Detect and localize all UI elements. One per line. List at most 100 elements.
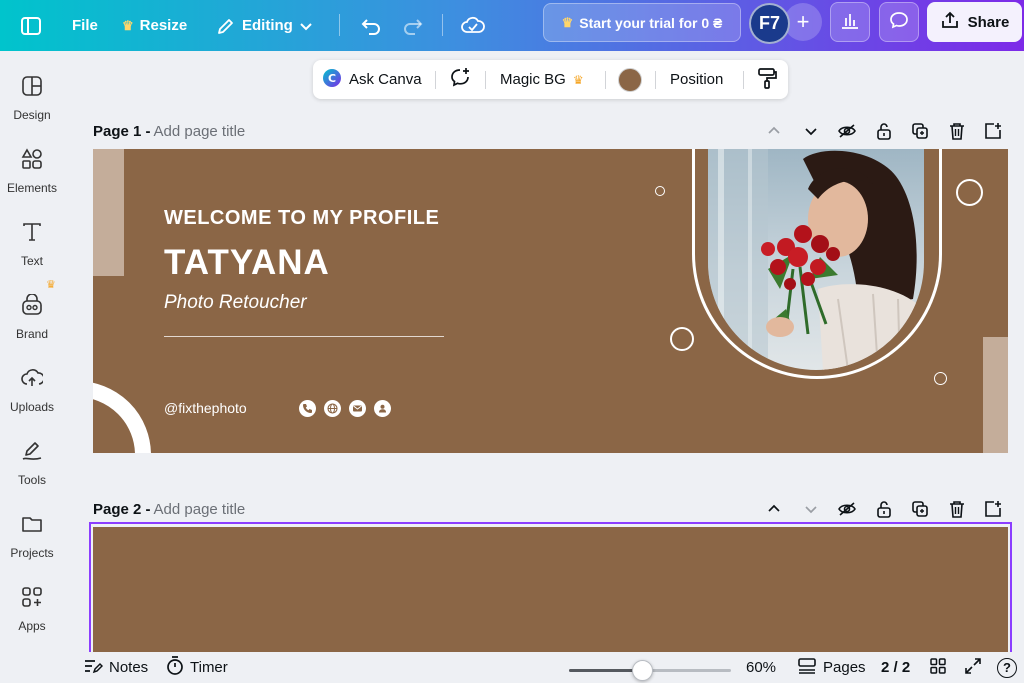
move-up-button[interactable]: [763, 498, 785, 520]
user-icon[interactable]: [374, 400, 391, 417]
zoom-value[interactable]: 60%: [746, 652, 776, 683]
start-trial-button[interactable]: ♛ Start your trial for 0 ₴: [543, 3, 741, 42]
expand-icon: [964, 657, 982, 679]
move-down-button[interactable]: [800, 498, 822, 520]
decorative-arc[interactable]: [93, 381, 151, 453]
decorative-circle[interactable]: [934, 372, 947, 385]
redo-icon: [402, 15, 424, 37]
ask-canva-button[interactable]: C Ask Canva: [322, 60, 422, 99]
pencil-icon: [216, 16, 236, 36]
copy-style-button[interactable]: [757, 60, 777, 99]
grid-icon: [929, 657, 947, 679]
insights-button[interactable]: [830, 2, 870, 42]
design-page-1[interactable]: WELCOME TO MY PROFILE TATYANA Photo Reto…: [93, 149, 1008, 453]
shapes-icon: [21, 148, 43, 175]
sidebar-item-label: Brand: [15, 327, 49, 341]
add-page-button[interactable]: [982, 120, 1004, 142]
help-button[interactable]: ?: [997, 652, 1017, 683]
notes-button[interactable]: Notes: [83, 652, 148, 683]
decorative-rectangle[interactable]: [93, 149, 124, 276]
hide-page-button[interactable]: [836, 498, 858, 520]
background-color-button[interactable]: [618, 60, 642, 99]
timer-button[interactable]: Timer: [166, 652, 228, 683]
position-button[interactable]: Position: [670, 60, 723, 99]
lock-page-button[interactable]: [873, 120, 895, 142]
sidebar-item-tools[interactable]: Tools: [0, 440, 64, 487]
crown-icon: ♛: [122, 17, 134, 33]
profile-photo[interactable]: [708, 149, 924, 370]
toolbar-divider: [442, 14, 443, 36]
redo-button[interactable]: [402, 0, 424, 51]
undo-button[interactable]: [360, 0, 382, 51]
zoom-slider-thumb[interactable]: [632, 660, 653, 681]
sidebar-item-label: Elements: [6, 181, 58, 195]
profile-name[interactable]: TATYANA: [164, 243, 330, 283]
chevron-down-icon: [805, 506, 817, 514]
sidebar-item-brand[interactable]: Brand: [0, 293, 64, 341]
sidebar-item-label: Uploads: [9, 400, 55, 414]
decorative-rectangle[interactable]: [983, 337, 1008, 453]
page-1-header: Page 1 - Add page title: [93, 121, 245, 141]
social-handle[interactable]: @fixthephoto: [164, 400, 247, 416]
upload-icon: [940, 10, 960, 34]
share-button[interactable]: Share: [927, 2, 1022, 42]
trial-label: Start your trial for 0 ₴: [579, 14, 723, 31]
resize-button[interactable]: ♛ Resize: [122, 0, 187, 51]
welcome-heading[interactable]: WELCOME TO MY PROFILE: [164, 207, 439, 230]
phone-icon[interactable]: [299, 400, 316, 417]
fullscreen-button[interactable]: [964, 652, 982, 683]
page-title-input[interactable]: Add page title: [154, 123, 246, 140]
eye-off-icon: [838, 502, 856, 516]
profile-role[interactable]: Photo Retoucher: [164, 292, 307, 314]
sidebar-item-projects[interactable]: Projects: [0, 513, 64, 560]
svg-text:C: C: [328, 72, 336, 85]
page-2-header: Page 2 - Add page title: [93, 499, 245, 519]
avatar[interactable]: F7: [749, 3, 790, 44]
pages-button[interactable]: Pages: [797, 652, 866, 683]
delete-page-button[interactable]: [946, 120, 968, 142]
bottom-bar: Notes Timer 60% Pages 2 / 2 ?: [64, 652, 1024, 683]
sidebar-item-label: Apps: [18, 619, 46, 633]
editing-mode-button[interactable]: Editing: [216, 0, 313, 51]
sidebar-item-uploads[interactable]: Uploads: [0, 367, 64, 414]
sidebar-item-text[interactable]: Text: [0, 221, 64, 268]
zoom-label: 60%: [746, 659, 777, 676]
sidebar-item-elements[interactable]: Elements: [0, 148, 64, 195]
comment-icon: [889, 10, 909, 35]
duplicate-icon: [912, 123, 928, 139]
duplicate-page-button[interactable]: [909, 120, 931, 142]
eye-off-icon: [838, 124, 856, 138]
comment-plus-icon: [449, 67, 471, 93]
sidebar-toggle-button[interactable]: [20, 0, 42, 51]
move-down-button[interactable]: [800, 120, 822, 142]
page-title-input[interactable]: Add page title: [154, 501, 246, 518]
file-menu-button[interactable]: File: [72, 0, 98, 51]
page-2-actions: [763, 498, 1008, 520]
duplicate-page-button[interactable]: [909, 498, 931, 520]
magic-bg-button[interactable]: Magic BG ♛: [500, 60, 584, 99]
cloud-save-button[interactable]: [461, 0, 485, 51]
decorative-circle[interactable]: [670, 327, 694, 351]
add-page-icon: [985, 501, 1001, 517]
sidebar-item-label: Text: [20, 254, 43, 268]
sidebar-item-apps[interactable]: Apps: [0, 586, 64, 633]
globe-icon[interactable]: [324, 400, 341, 417]
grid-view-button[interactable]: [929, 652, 947, 683]
timer-icon: [166, 655, 184, 680]
move-up-button[interactable]: [763, 120, 785, 142]
comments-button[interactable]: [879, 2, 919, 42]
add-page-button[interactable]: [982, 498, 1004, 520]
folder-icon: [21, 513, 43, 540]
hide-page-button[interactable]: [836, 120, 858, 142]
decorative-circle[interactable]: [956, 179, 983, 206]
divider-line[interactable]: [164, 336, 444, 337]
add-comment-button[interactable]: [449, 60, 471, 99]
email-icon[interactable]: [349, 400, 366, 417]
apps-grid-icon: [21, 586, 43, 613]
decorative-circle[interactable]: [655, 186, 665, 196]
ask-canva-icon: C: [322, 68, 342, 92]
lock-page-button[interactable]: [873, 498, 895, 520]
delete-page-button[interactable]: [946, 498, 968, 520]
sidebar-item-design[interactable]: Design: [0, 75, 64, 122]
add-page-icon: [985, 123, 1001, 139]
